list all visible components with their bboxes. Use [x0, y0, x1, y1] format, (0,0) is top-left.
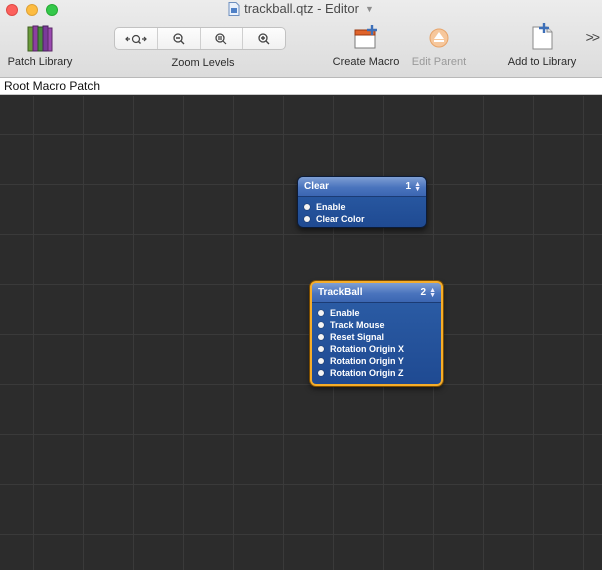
zoom-in-button[interactable] — [243, 28, 285, 49]
port-label: Enable — [316, 202, 346, 212]
input-port[interactable]: Rotation Origin Z — [318, 367, 441, 379]
window-title[interactable]: trackball.qtz - Editor ▼ — [0, 1, 602, 16]
zoom-out-icon — [172, 32, 185, 44]
edit-parent-icon — [429, 28, 449, 48]
zoom-levels-label: Zoom Levels — [171, 57, 235, 69]
patch-library-label: Patch Library — [7, 56, 73, 68]
patch-library-button[interactable]: Patch Library — [4, 24, 76, 68]
clear-patch-ports: Enable Clear Color — [298, 197, 426, 227]
clear-patch-order[interactable]: 1 ▲ ▼ — [405, 180, 422, 193]
window-title-text: trackball.qtz - Editor — [244, 1, 359, 16]
zoom-in-icon — [258, 32, 270, 44]
add-to-library-icon — [532, 23, 553, 50]
document-icon — [228, 1, 240, 16]
stepper-icon: ▲ ▼ — [429, 286, 436, 299]
path-bar-text: Root Macro Patch — [4, 79, 101, 93]
port-dot-icon[interactable] — [304, 216, 310, 222]
port-label: Rotation Origin Z — [330, 368, 404, 378]
stepper-icon: ▲ ▼ — [414, 180, 421, 193]
zoom-actual-size-button[interactable] — [201, 28, 244, 49]
input-port[interactable]: Rotation Origin Y — [318, 355, 441, 367]
port-dot-icon[interactable] — [304, 204, 310, 210]
input-port[interactable]: Rotation Origin X — [318, 343, 441, 355]
input-port[interactable]: Clear Color — [304, 213, 426, 225]
clear-patch-number: 1 — [405, 181, 412, 192]
trackball-patch-header[interactable]: TrackBall 2 ▲ ▼ — [312, 283, 441, 303]
zoom-fit-icon — [125, 34, 147, 44]
trackball-patch-number: 2 — [420, 287, 427, 298]
clear-patch-title: Clear — [304, 181, 330, 192]
port-label: Rotation Origin X — [330, 344, 404, 354]
port-label: Enable — [330, 308, 360, 318]
trackball-patch-ports: Enable Track Mouse Reset Signal Rotation… — [312, 303, 441, 383]
patch-library-icon — [27, 25, 53, 52]
port-dot-icon[interactable] — [318, 346, 324, 352]
input-port[interactable]: Reset Signal — [318, 331, 441, 343]
create-macro-icon — [354, 25, 377, 49]
zoom-levels-caption: Zoom Levels — [150, 57, 256, 69]
clear-patch[interactable]: Clear 1 ▲ ▼ Enable Clear Color — [297, 176, 427, 228]
add-to-library-label: Add to Library — [507, 56, 577, 68]
input-port[interactable]: Track Mouse — [318, 319, 441, 331]
port-label: Rotation Origin Y — [330, 356, 404, 366]
input-port[interactable]: Enable — [304, 201, 426, 213]
trackball-patch[interactable]: TrackBall 2 ▲ ▼ Enable Track Mouse Reset … — [310, 281, 443, 386]
zoom-to-fit-button[interactable] — [115, 28, 158, 49]
input-port[interactable]: Enable — [318, 307, 441, 319]
port-dot-icon[interactable] — [318, 334, 324, 340]
toolbar-overflow-label: >> — [585, 29, 600, 45]
add-to-library-button[interactable]: Add to Library — [502, 22, 582, 68]
edit-parent-button[interactable]: Edit Parent — [404, 24, 474, 68]
trackball-patch-title: TrackBall — [318, 287, 363, 298]
port-label: Reset Signal — [330, 332, 385, 342]
zoom-segmented-control — [114, 27, 286, 50]
edit-parent-label: Edit Parent — [411, 56, 467, 68]
port-label: Clear Color — [316, 214, 365, 224]
port-dot-icon[interactable] — [318, 310, 324, 316]
window-toolbar: trackball.qtz - Editor ▼ Patch Library Z… — [0, 0, 602, 78]
zoom-out-button[interactable] — [158, 28, 201, 49]
port-dot-icon[interactable] — [318, 322, 324, 328]
clear-patch-header[interactable]: Clear 1 ▲ ▼ — [298, 177, 426, 197]
port-dot-icon[interactable] — [318, 358, 324, 364]
port-dot-icon[interactable] — [318, 370, 324, 376]
create-macro-button[interactable]: Create Macro — [328, 24, 404, 68]
chevron-down-icon: ▼ — [364, 3, 374, 14]
zoom-actual-size-icon — [215, 32, 227, 44]
trackball-patch-order[interactable]: 2 ▲ ▼ — [420, 286, 437, 299]
editor-canvas[interactable]: Clear 1 ▲ ▼ Enable Clear Color TrackBall … — [0, 96, 602, 570]
toolbar-overflow-button[interactable]: >> — [585, 29, 600, 45]
port-label: Track Mouse — [330, 320, 385, 330]
create-macro-label: Create Macro — [332, 56, 400, 68]
path-bar[interactable]: Root Macro Patch — [0, 78, 602, 95]
